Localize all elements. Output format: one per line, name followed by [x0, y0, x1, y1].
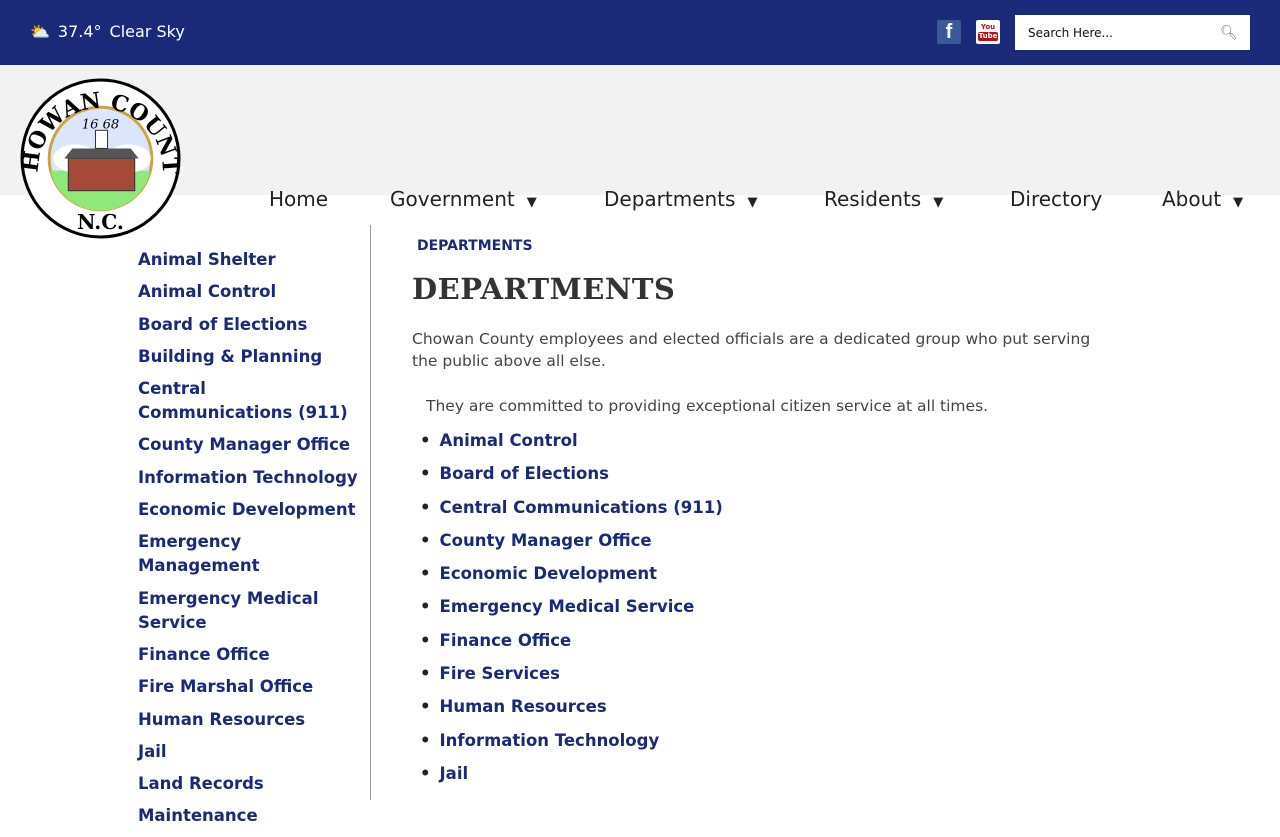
list-item: Information Technology: [420, 731, 723, 764]
sidebar-nav: Animal Shelter Animal Control Board of Ele…: [138, 248, 363, 837]
department-link[interactable]: Fire Services: [440, 664, 560, 683]
youtube-label-bottom: Tube: [977, 32, 999, 41]
nav-item-directory[interactable]: Directory: [1010, 187, 1102, 211]
list-item: Fire Services: [420, 664, 723, 697]
department-link[interactable]: Emergency Medical Service: [440, 597, 695, 616]
sidebar-item[interactable]: Animal Control: [138, 280, 363, 304]
list-item: Emergency Medical Service: [420, 597, 723, 630]
weather-condition: Clear Sky: [109, 22, 185, 41]
sidebar-item[interactable]: Emergency Medical Service: [138, 587, 363, 635]
temperature: 37.4°: [57, 22, 102, 41]
nav-label: Residents: [824, 187, 922, 211]
page-title: DEPARTMENTS: [412, 272, 676, 306]
department-link[interactable]: Jail: [440, 764, 469, 783]
sidebar-item[interactable]: County Manager Office: [138, 433, 363, 457]
list-item: Human Resources: [420, 697, 723, 730]
sidebar-item[interactable]: Fire Marshal Office: [138, 675, 363, 699]
search-icon[interactable]: 🔍︎: [1220, 25, 1250, 41]
nav-label: Departments: [604, 187, 736, 211]
commitment-text: They are committed to providing exceptio…: [426, 397, 989, 415]
weather-widget: ⛅ 37.4° Clear Sky: [30, 22, 185, 41]
sidebar-divider: [370, 225, 371, 800]
svg-text:N.C.: N.C.: [77, 210, 124, 234]
partly-cloudy-icon: ⛅: [30, 22, 50, 41]
breadcrumb[interactable]: DEPARTMENTS: [417, 238, 533, 254]
sidebar-item[interactable]: Central Communications (911): [138, 377, 363, 425]
sidebar-item[interactable]: Animal Shelter: [138, 248, 363, 272]
caret-down-icon: ▼: [747, 195, 758, 210]
sidebar-item[interactable]: Human Resources: [138, 708, 363, 732]
list-item: County Manager Office: [420, 531, 723, 564]
department-link[interactable]: Economic Development: [440, 564, 658, 583]
top-bar: ⛅ 37.4° Clear Sky f YouTube 🔍︎: [0, 0, 1280, 65]
nav-label: Directory: [1010, 187, 1103, 211]
department-link[interactable]: Central Communications (911): [440, 498, 723, 517]
intro-text: Chowan County employees and elected offi…: [412, 330, 1091, 370]
department-link[interactable]: Finance Office: [440, 631, 572, 650]
main-nav-bar: Home Government ▼ Departments ▼ Residents ▼ Dir…: [0, 65, 1280, 211]
caret-down-icon: ▼: [1233, 195, 1244, 210]
county-seal-logo[interactable]: 16 68 CHOWAN COUNTY N.C.: [20, 78, 181, 239]
department-link[interactable]: Board of Elections: [440, 464, 609, 483]
department-link[interactable]: Human Resources: [440, 697, 607, 716]
sidebar-item[interactable]: Economic Development: [138, 498, 363, 522]
caret-down-icon: ▼: [526, 195, 537, 210]
list-item: Board of Elections: [420, 464, 723, 497]
sidebar-item[interactable]: Emergency Management: [138, 530, 363, 578]
department-link[interactable]: County Manager Office: [440, 531, 652, 550]
list-item: Animal Control: [420, 431, 723, 464]
sidebar-item[interactable]: Information Technology: [138, 466, 363, 490]
search-box: 🔍︎: [1015, 15, 1250, 50]
list-item: Jail: [420, 764, 723, 797]
list-item: Central Communications (911): [420, 498, 723, 531]
nav-label: About: [1162, 187, 1222, 211]
sidebar-item[interactable]: Board of Elections: [138, 313, 363, 337]
facebook-icon[interactable]: f: [937, 20, 961, 44]
department-link[interactable]: Information Technology: [440, 731, 660, 750]
sidebar-item[interactable]: Land Records: [138, 772, 363, 796]
sidebar-item[interactable]: Jail: [138, 740, 363, 764]
nav-item-home[interactable]: Home: [269, 187, 328, 211]
sidebar-item[interactable]: Finance Office: [138, 643, 363, 667]
nav-label: Government: [390, 187, 515, 211]
department-list: Animal Control Board of Elections Central …: [420, 431, 723, 797]
youtube-label-top: You: [980, 23, 996, 31]
nav-item-government[interactable]: Government ▼: [390, 187, 537, 211]
facebook-label: f: [945, 20, 953, 43]
caret-down-icon: ▼: [933, 195, 944, 210]
nav-item-about[interactable]: About ▼: [1162, 187, 1243, 211]
nav-item-residents[interactable]: Residents ▼: [824, 187, 943, 211]
sidebar-item[interactable]: Maintenance: [138, 804, 363, 828]
search-input[interactable]: [1015, 25, 1220, 40]
svg-text:16 68: 16 68: [82, 117, 119, 132]
nav-item-departments[interactable]: Departments ▼: [604, 187, 757, 211]
department-link[interactable]: Animal Control: [440, 431, 578, 450]
list-item: Finance Office: [420, 631, 723, 664]
sidebar-item[interactable]: Building & Planning: [138, 345, 363, 369]
youtube-icon[interactable]: You Tube: [976, 20, 1000, 44]
list-item: Economic Development: [420, 564, 723, 597]
nav-label: Home: [269, 187, 329, 211]
